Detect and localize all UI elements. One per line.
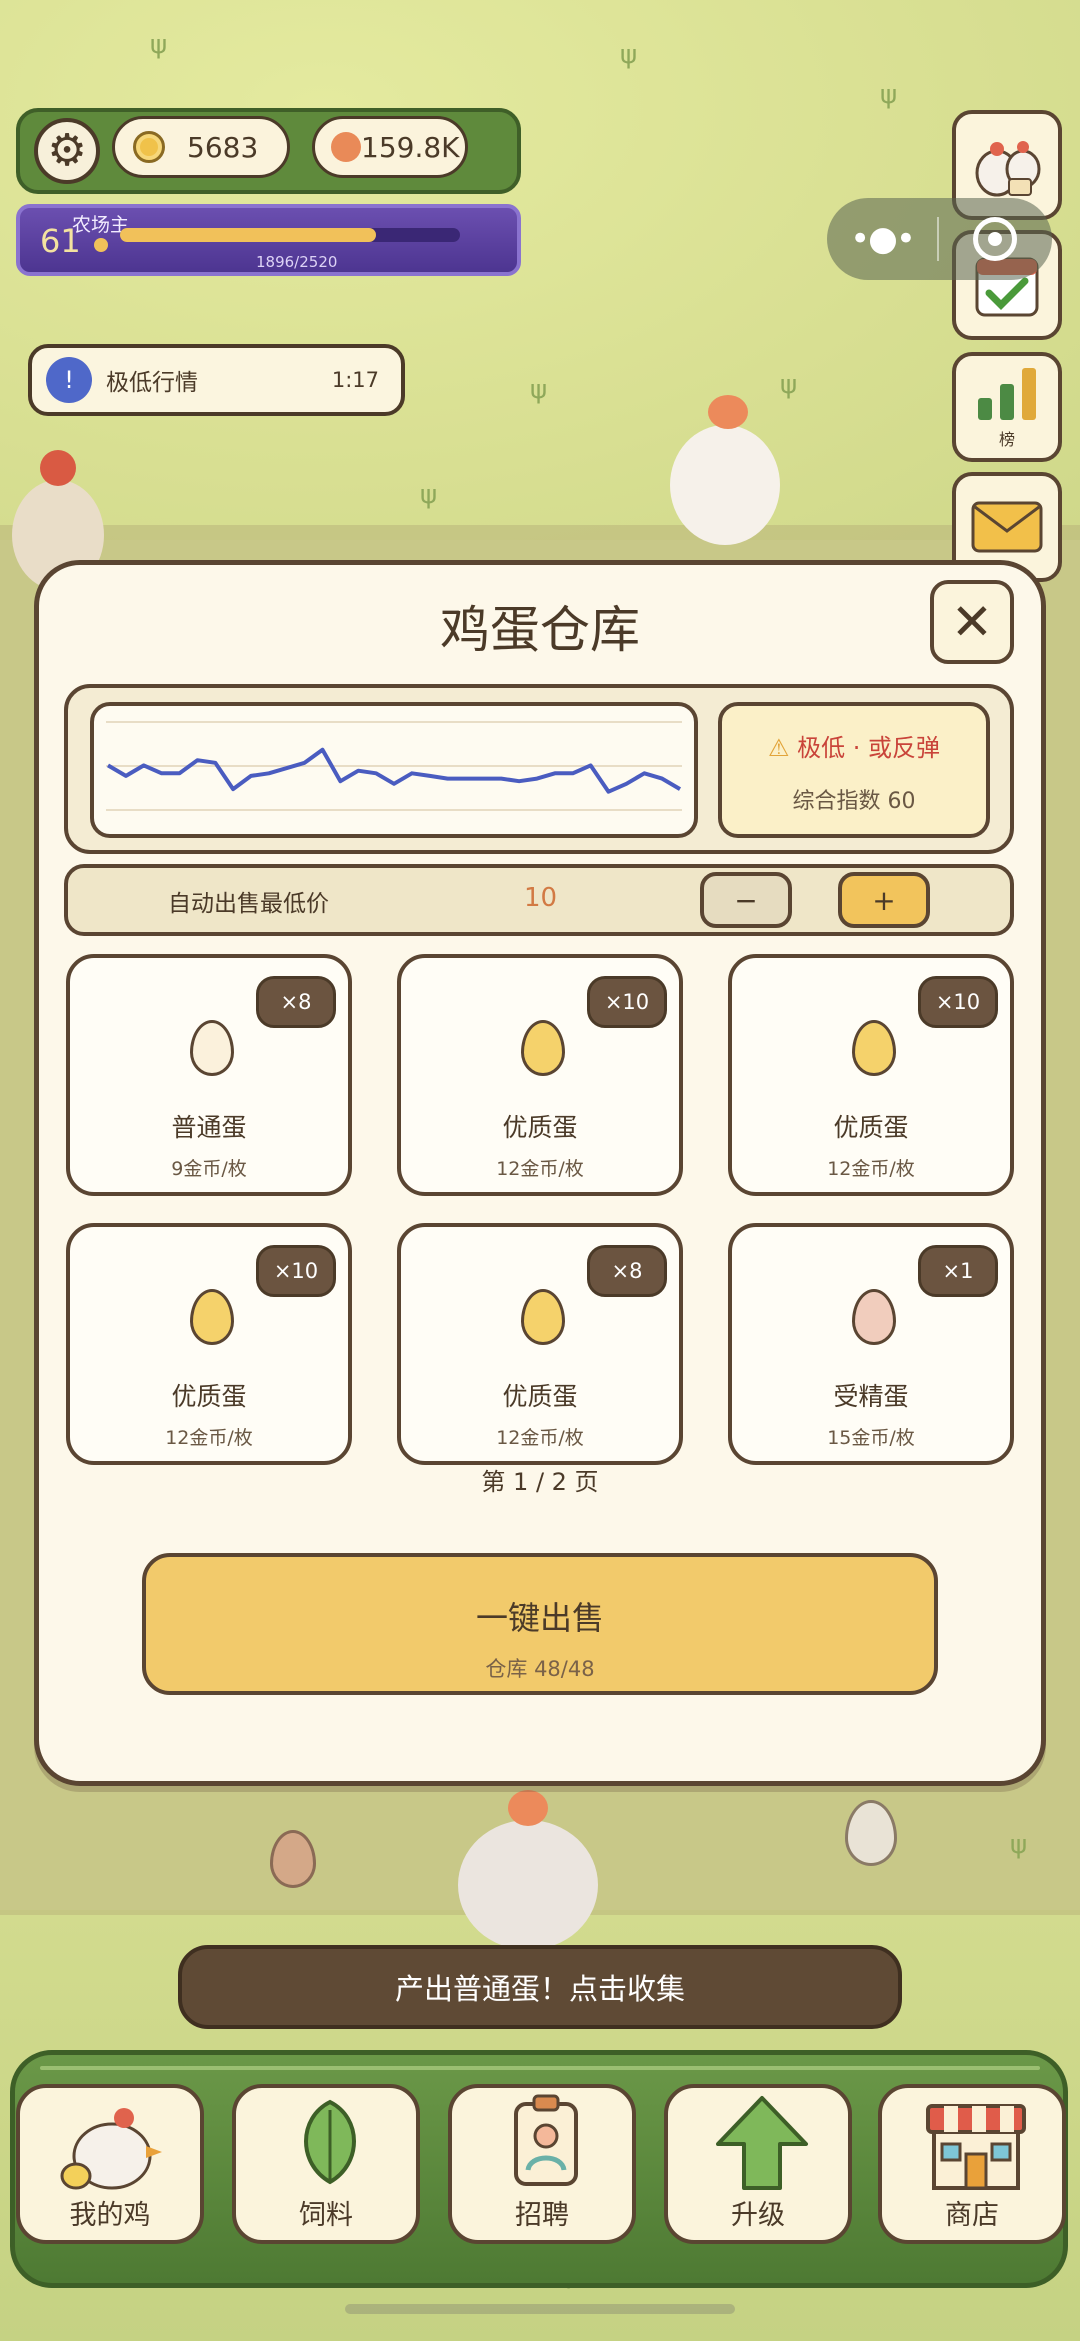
sell-all-button[interactable]: 一键出售 仓库 48/48 bbox=[142, 1553, 938, 1695]
alert-icon: ! bbox=[46, 357, 92, 403]
auto-sell-label: 自动出售最低价 bbox=[168, 891, 329, 917]
nav-recruit[interactable]: 招聘 bbox=[448, 2084, 636, 2244]
leaderboard-label: 榜 bbox=[998, 430, 1015, 449]
egg-price: 12金币/枚 bbox=[496, 1427, 584, 1449]
egg-name: 受精蛋 bbox=[833, 1382, 909, 1411]
egg-icon bbox=[521, 1020, 565, 1076]
grass-tuft-icon: ψ bbox=[1010, 1830, 1028, 1860]
nav-my-chickens-label: 我的鸡 bbox=[69, 2200, 151, 2231]
leaderboard-button[interactable]: 榜 bbox=[952, 352, 1062, 462]
gem-amount: 159.8K bbox=[361, 130, 460, 164]
sell-all-label: 一键出售 bbox=[475, 1599, 604, 1637]
coin-counter: 5683 bbox=[112, 116, 290, 178]
nav-recruit-label: 招聘 bbox=[515, 2200, 569, 2231]
egg-count-badge: ×10 bbox=[256, 1245, 336, 1297]
nav-decoration bbox=[40, 2066, 1040, 2070]
egg-price: 9金币/枚 bbox=[171, 1158, 247, 1180]
egg-icon bbox=[190, 1289, 234, 1345]
warehouse-capacity: 仓库 48/48 bbox=[485, 1657, 595, 1681]
egg-icon bbox=[521, 1289, 565, 1345]
egg-card[interactable]: ×8 优质蛋 12金币/枚 bbox=[397, 1223, 683, 1465]
composite-index: 综合指数 60 bbox=[792, 789, 916, 814]
more-menu-icon[interactable]: •●• bbox=[827, 219, 937, 259]
egg-name: 优质蛋 bbox=[502, 1382, 578, 1411]
grass-tuft-icon: ψ bbox=[620, 40, 638, 70]
grass-tuft-icon: ψ bbox=[780, 370, 798, 400]
grass-tuft-icon: ψ bbox=[150, 30, 168, 60]
panel-title: 鸡蛋仓库 bbox=[440, 601, 640, 659]
close-target-icon[interactable] bbox=[973, 217, 1017, 261]
price-trend-chart bbox=[90, 702, 698, 838]
nav-feed[interactable]: 饲料 bbox=[232, 2084, 420, 2244]
egg-on-ground bbox=[270, 1830, 316, 1888]
mail-envelope-icon bbox=[971, 501, 1043, 553]
egg-count-badge: ×10 bbox=[918, 976, 998, 1028]
egg-icon bbox=[852, 1289, 896, 1345]
xp-text: 1896/2520 bbox=[256, 253, 338, 271]
chicken-sprite bbox=[448, 1790, 608, 1950]
egg-card[interactable]: ×10 优质蛋 12金币/枚 bbox=[728, 954, 1014, 1196]
warning-icon: ⚠ bbox=[767, 734, 790, 762]
egg-card[interactable]: ×10 优质蛋 12金币/枚 bbox=[66, 1223, 352, 1465]
leaf-icon bbox=[304, 2099, 356, 2185]
auto-sell-value: 10 bbox=[524, 883, 558, 913]
egg-card[interactable]: ×1 受精蛋 15金币/枚 bbox=[728, 1223, 1014, 1465]
upgrade-arrow-icon bbox=[716, 2096, 808, 2190]
egg-count-badge: ×1 bbox=[918, 1245, 998, 1297]
egg-price: 15金币/枚 bbox=[827, 1427, 915, 1449]
nav-upgrade-label: 升级 bbox=[731, 2200, 785, 2231]
xp-icon bbox=[94, 238, 108, 252]
nav-feed-label: 饲料 bbox=[299, 2200, 353, 2231]
egg-name: 优质蛋 bbox=[502, 1113, 578, 1142]
signal-warning: ⚠ 极低 · 或反弹 bbox=[722, 728, 986, 763]
bar-chart-icon bbox=[978, 368, 1036, 420]
nav-shop[interactable]: 商店 bbox=[878, 2084, 1066, 2244]
grass-tuft-icon: ψ bbox=[880, 80, 898, 110]
coin-amount: 5683 bbox=[187, 130, 259, 164]
nav-upgrade[interactable]: 升级 bbox=[664, 2084, 852, 2244]
egg-icon bbox=[852, 1020, 896, 1076]
grass-tuft-icon: ψ bbox=[530, 375, 548, 405]
market-signal-card: ⚠ 极低 · 或反弹 综合指数 60 bbox=[718, 702, 990, 838]
chicken-icon bbox=[60, 2108, 162, 2190]
decrease-price-button[interactable]: − bbox=[700, 872, 792, 928]
capsule-divider bbox=[937, 217, 939, 261]
collect-egg-toast[interactable]: 产出普通蛋！点击收集 bbox=[178, 1945, 902, 2029]
page-indicator: 第 1 / 2 页 bbox=[481, 1468, 599, 1496]
signal-warning-text: 极低 · 或反弹 bbox=[797, 734, 941, 762]
xp-progress-fill bbox=[120, 228, 376, 242]
egg-price: 12金币/枚 bbox=[165, 1427, 253, 1449]
price-trend-line bbox=[106, 747, 682, 794]
chicken-family-icon bbox=[975, 141, 1041, 197]
gem-counter: 159.8K bbox=[312, 116, 468, 178]
egg-name: 普通蛋 bbox=[171, 1113, 247, 1142]
coin-icon bbox=[133, 131, 165, 163]
egg-price: 12金币/枚 bbox=[496, 1158, 584, 1180]
egg-price: 12金币/枚 bbox=[827, 1158, 915, 1180]
gem-icon bbox=[331, 132, 361, 162]
egg-count-badge: ×10 bbox=[587, 976, 667, 1028]
close-button[interactable]: ✕ bbox=[930, 580, 1014, 664]
price-trend-svg bbox=[106, 721, 682, 811]
market-event-label: 极低行情 bbox=[106, 370, 198, 396]
chicken-sprite bbox=[640, 395, 780, 545]
shop-storefront-icon bbox=[926, 2104, 1026, 2190]
increase-price-button[interactable]: + bbox=[838, 872, 930, 928]
market-event-timer: 1:17 bbox=[331, 368, 379, 392]
egg-name: 优质蛋 bbox=[833, 1113, 909, 1142]
settings-gear-icon[interactable]: ⚙ bbox=[34, 118, 100, 184]
egg-card[interactable]: ×10 优质蛋 12金币/枚 bbox=[397, 954, 683, 1196]
nav-shop-label: 商店 bbox=[945, 2200, 999, 2231]
market-event-banner[interactable]: ! 极低行情 1:17 bbox=[28, 344, 405, 416]
id-badge-icon bbox=[514, 2094, 578, 2186]
egg-count-badge: ×8 bbox=[587, 1245, 667, 1297]
nav-my-chickens[interactable]: 我的鸡 bbox=[16, 2084, 204, 2244]
egg-card[interactable]: ×8 普通蛋 9金币/枚 bbox=[66, 954, 352, 1196]
egg-icon bbox=[190, 1020, 234, 1076]
mini-program-capsule: •●• bbox=[827, 198, 1052, 280]
home-indicator bbox=[345, 2304, 735, 2314]
grass-tuft-icon: ψ bbox=[420, 480, 438, 510]
egg-count-badge: ×8 bbox=[256, 976, 336, 1028]
egg-name: 优质蛋 bbox=[171, 1382, 247, 1411]
